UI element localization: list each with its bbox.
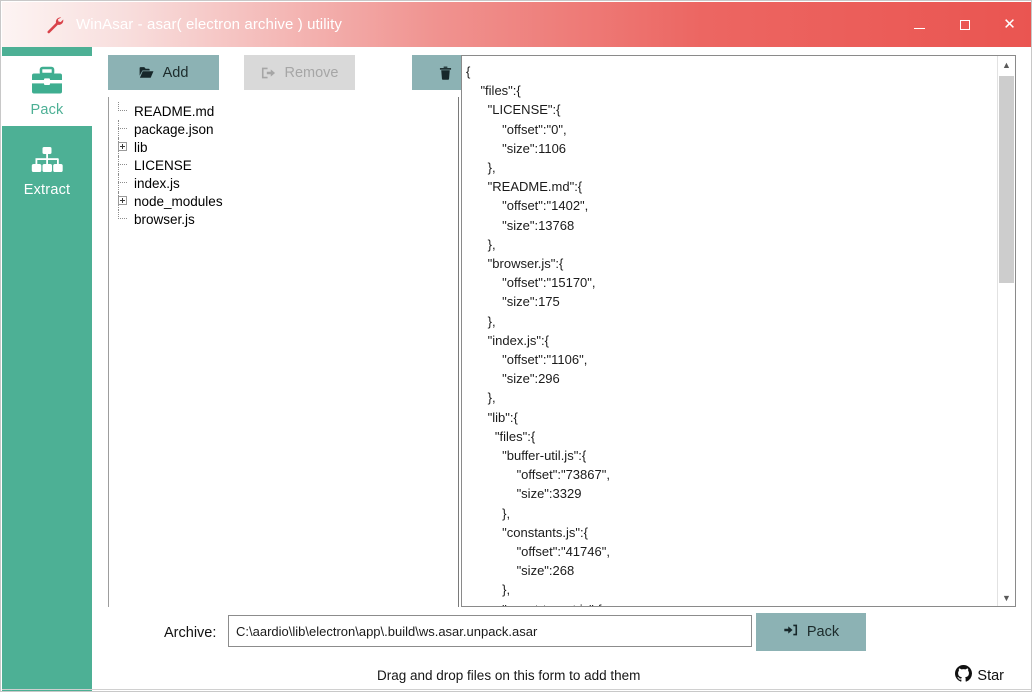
tree-connector	[109, 210, 127, 228]
sidebar-item-extract-label: Extract	[23, 182, 71, 198]
tree-item-label: node_modules	[134, 193, 223, 209]
github-star-link[interactable]: Star	[955, 665, 1004, 686]
tree-item-label: lib	[134, 139, 148, 155]
tree-item-label: LICENSE	[134, 157, 192, 173]
sidebar-item-pack-label: Pack	[30, 102, 64, 118]
maximize-button[interactable]	[942, 2, 987, 47]
tree-item[interactable]: README.md	[109, 102, 458, 120]
tree-item[interactable]: package.json	[109, 120, 458, 138]
archive-row: Archive: Pack	[92, 613, 1031, 653]
scroll-down-icon[interactable]: ▼	[998, 589, 1015, 606]
tree-item-label: README.md	[134, 103, 215, 119]
tree-connector	[109, 102, 127, 120]
folder-open-icon	[139, 66, 154, 79]
wrench-icon	[44, 15, 64, 35]
title-bar: WinAsar - asar( electron archive ) utili…	[2, 2, 1031, 47]
remove-button-label: Remove	[284, 64, 339, 81]
main-content: Add Remove README.md package.json lib LI…	[92, 47, 1031, 691]
remove-button[interactable]: Remove	[244, 55, 355, 90]
json-preview-text[interactable]: { "files":{ "LICENSE":{ "offset":"0", "s…	[462, 56, 997, 606]
tree-connector	[109, 120, 127, 138]
tree-connector	[109, 156, 127, 174]
tree-expander[interactable]	[109, 192, 127, 210]
minimize-button[interactable]	[897, 2, 942, 47]
tree-item-label: index.js	[134, 175, 180, 191]
add-button-label: Add	[162, 64, 189, 81]
github-star-label: Star	[977, 667, 1004, 684]
github-icon	[955, 665, 973, 686]
sidebar-item-extract[interactable]: Extract	[2, 136, 92, 206]
bottom-divider	[2, 689, 1031, 690]
sign-out-icon	[261, 66, 276, 80]
add-button[interactable]: Add	[108, 55, 219, 90]
tree-item[interactable]: index.js	[109, 174, 458, 192]
window-title: WinAsar - asar( electron archive ) utili…	[76, 16, 342, 33]
pack-button[interactable]: Pack	[756, 613, 866, 651]
winasar-window: WinAsar - asar( electron archive ) utili…	[0, 0, 1032, 692]
drag-drop-hint: Drag and drop files on this form to add …	[377, 668, 641, 683]
close-button[interactable]: ✕	[987, 2, 1031, 47]
briefcase-icon	[30, 64, 64, 98]
trash-icon	[439, 66, 452, 80]
tree-item[interactable]: browser.js	[109, 210, 458, 228]
archive-path-input[interactable]	[228, 615, 752, 647]
sitemap-icon	[30, 144, 64, 178]
close-icon: ✕	[1003, 16, 1016, 33]
sidebar-item-pack[interactable]: Pack	[2, 56, 92, 126]
tree-item-label: browser.js	[134, 211, 195, 227]
file-tree[interactable]: README.md package.json lib LICENSE index…	[108, 97, 459, 607]
sidebar: Pack Extract	[2, 47, 92, 691]
json-scrollbar[interactable]: ▲ ▼	[997, 56, 1015, 606]
scroll-up-icon[interactable]: ▲	[998, 56, 1015, 73]
tree-item[interactable]: lib	[109, 138, 458, 156]
status-bar: Drag and drop files on this form to add …	[92, 659, 1031, 691]
scrollbar-thumb[interactable]	[999, 76, 1014, 283]
tree-item-label: package.json	[134, 121, 214, 137]
window-controls: ✕	[897, 2, 1031, 47]
pack-button-label: Pack	[806, 624, 840, 640]
sign-in-icon	[783, 623, 798, 641]
tree-connector	[109, 174, 127, 192]
tree-item[interactable]: LICENSE	[109, 156, 458, 174]
tree-item[interactable]: node_modules	[109, 192, 458, 210]
sidebar-top-accent	[10, 47, 92, 56]
tree-expander[interactable]	[109, 138, 127, 156]
json-preview-panel: { "files":{ "LICENSE":{ "offset":"0", "s…	[461, 55, 1016, 607]
archive-label: Archive:	[164, 625, 217, 641]
